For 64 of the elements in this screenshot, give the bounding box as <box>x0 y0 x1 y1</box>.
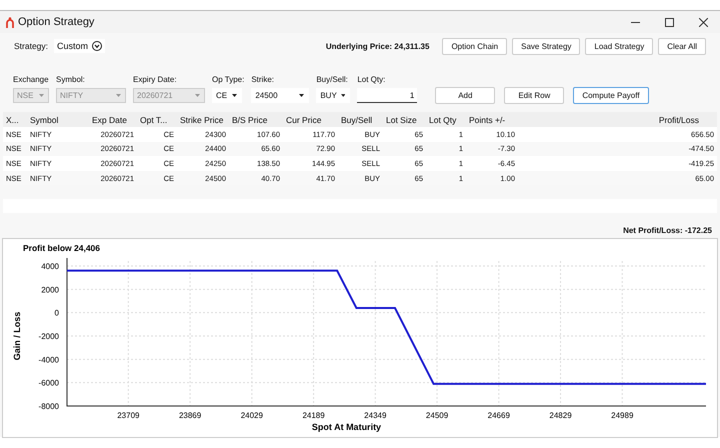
y-tick-label: 0 <box>54 309 59 318</box>
field-label: Expiry Date: <box>133 75 178 84</box>
column-header[interactable]: Buy/Sell <box>338 112 383 127</box>
field-label: Op Type: <box>212 75 244 84</box>
column-header[interactable]: Points +/- <box>466 112 518 127</box>
y-tick-label: -4000 <box>38 356 59 365</box>
y-axis-label: Gain / Loss <box>12 312 22 361</box>
caret-icon <box>195 94 200 97</box>
y-tick-label: -8000 <box>38 402 59 412</box>
caret-icon <box>340 94 346 97</box>
field-label: Strike: <box>251 75 275 84</box>
column-header[interactable]: Symbol <box>27 112 89 127</box>
action-button[interactable]: Compute Payoff <box>573 87 649 104</box>
toolbar-button[interactable]: Clear All <box>658 38 706 54</box>
x-tick-label: 24029 <box>240 411 263 420</box>
x-tick-label: 23709 <box>117 411 140 420</box>
x-tick-label: 24989 <box>611 411 634 420</box>
strategy-dropdown[interactable]: Custom <box>54 39 106 53</box>
chevron-down-icon <box>92 41 102 51</box>
x-axis-label: Spot At Maturity <box>312 422 382 432</box>
dropdown-field[interactable]: CE <box>212 88 242 103</box>
toolbar-button[interactable]: Option Chain <box>442 38 508 54</box>
maximize-icon[interactable] <box>664 18 674 26</box>
y-tick-label: -6000 <box>38 379 59 388</box>
close-icon[interactable] <box>698 18 708 26</box>
dropdown-field[interactable]: 24500 <box>251 88 310 103</box>
underlying-price: Underlying Price: 24,311.35 <box>326 42 430 50</box>
strategy-label: Strategy: <box>14 41 48 51</box>
dropdown-field[interactable]: BUY <box>316 88 350 103</box>
app-logo-icon <box>6 16 14 28</box>
caret-icon <box>116 94 121 97</box>
field-label: Symbol: <box>56 75 86 84</box>
column-header[interactable]: Opt T... <box>137 112 177 127</box>
x-tick-label: 23869 <box>178 411 202 420</box>
y-tick-label: 2000 <box>41 286 59 295</box>
field-label: Buy/Sell: <box>316 75 349 84</box>
window-title: Option Strategy <box>18 16 96 28</box>
input-field[interactable]: 1 <box>357 88 418 103</box>
caret-icon <box>39 94 44 97</box>
action-button[interactable]: Edit Row <box>504 87 564 104</box>
x-tick-label: 24509 <box>426 411 448 420</box>
y-tick-label: 4000 <box>41 262 59 272</box>
x-tick-label: 24829 <box>549 411 572 420</box>
column-header[interactable]: Lot Qty <box>426 112 466 127</box>
caret-icon <box>299 94 304 97</box>
y-tick-label: -2000 <box>38 332 59 342</box>
column-header[interactable]: Lot Size <box>383 112 426 127</box>
field-label: Exchange <box>13 75 49 84</box>
column-header[interactable]: Profit/Loss <box>518 112 717 127</box>
x-tick-label: 24189 <box>302 411 325 420</box>
column-header[interactable]: X... <box>3 112 27 127</box>
column-header[interactable]: Strike Price <box>177 112 229 127</box>
column-header[interactable]: Cur Price <box>283 112 338 127</box>
net-profit-loss: Net Profit/Loss: -172.25 <box>623 226 712 236</box>
x-tick-label: 24349 <box>364 411 386 420</box>
caret-icon <box>232 94 237 97</box>
field-label: Lot Qty: <box>357 75 386 84</box>
toolbar-button[interactable]: Load Strategy <box>585 38 654 54</box>
column-header[interactable]: Exp Date <box>89 112 137 127</box>
toolbar-button[interactable]: Save Strategy <box>512 38 580 54</box>
chart-title: Profit below 24,406 <box>23 243 100 254</box>
x-tick-label: 24669 <box>488 411 510 420</box>
column-header[interactable]: B/S Price <box>229 112 283 127</box>
action-button[interactable]: Add <box>435 87 496 104</box>
